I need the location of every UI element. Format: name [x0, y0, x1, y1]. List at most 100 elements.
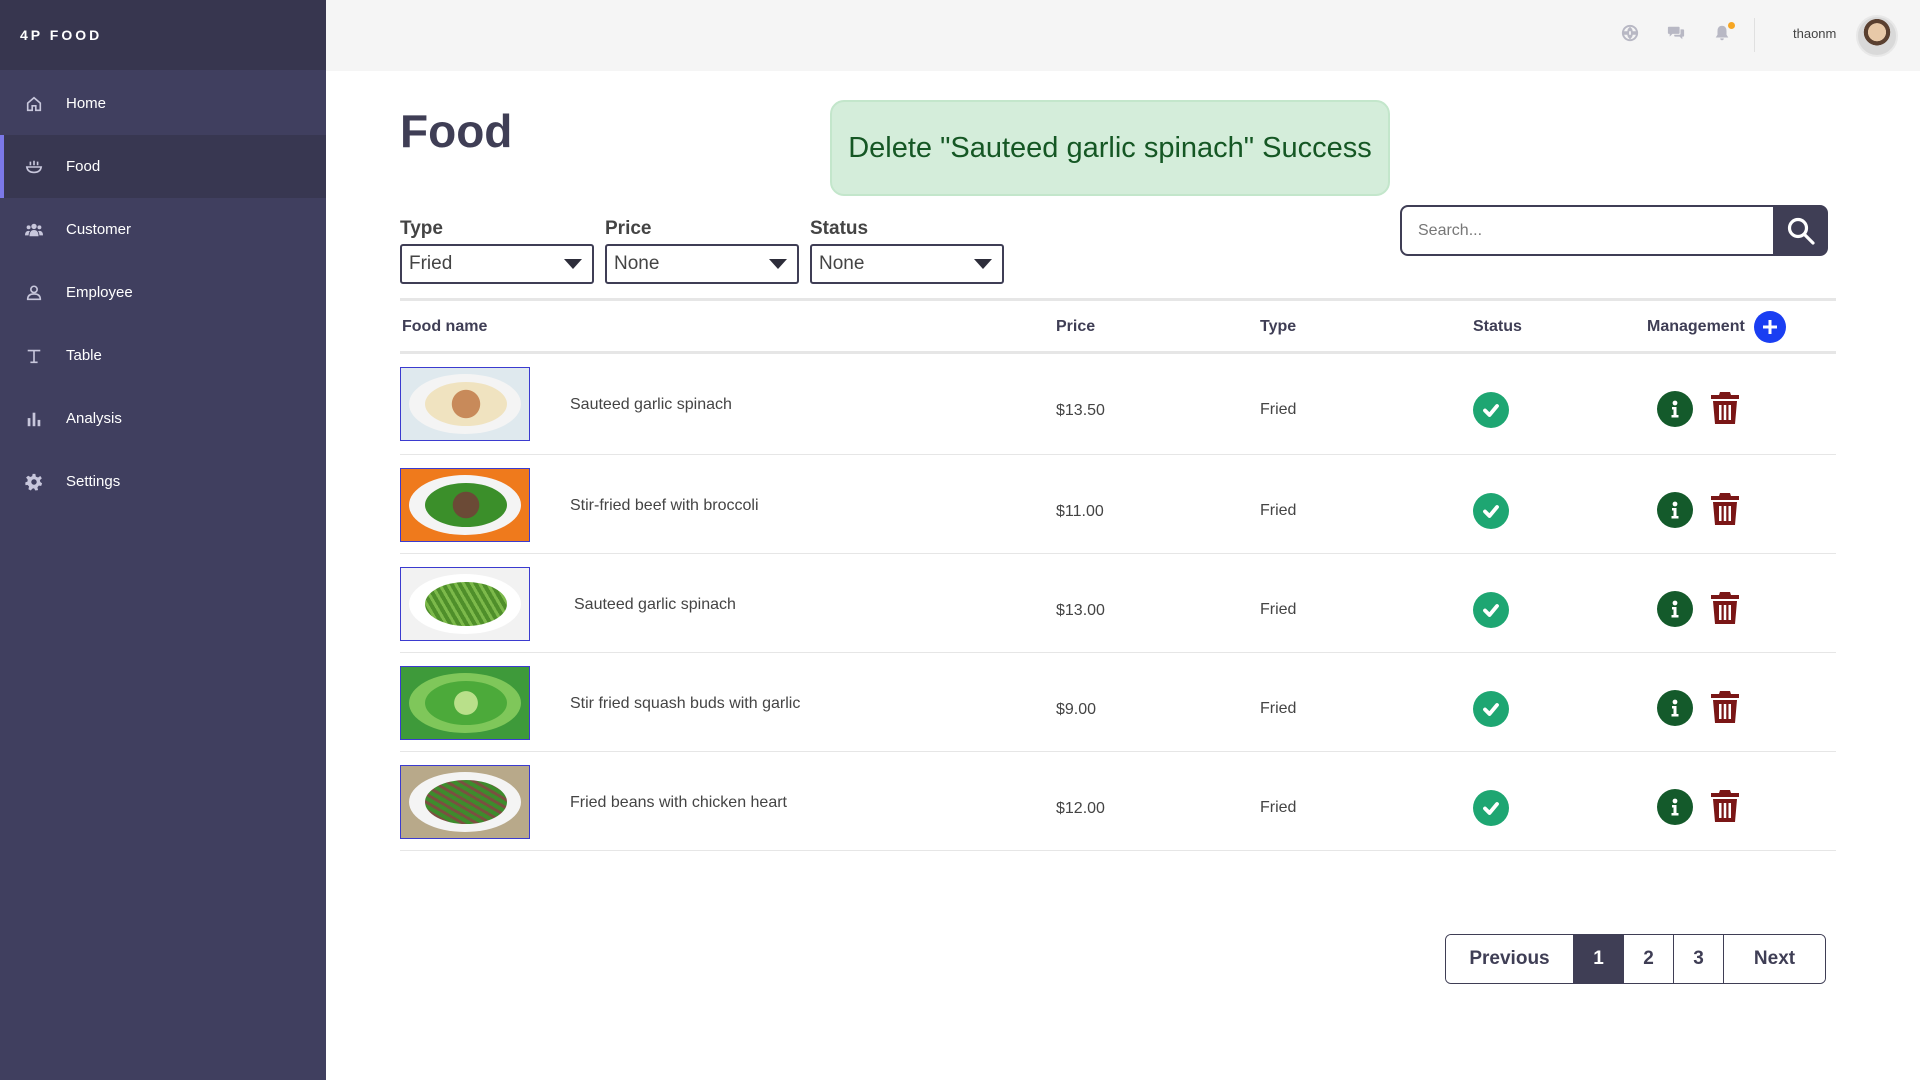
delete-button[interactable]	[1710, 789, 1740, 823]
status-filter: Status None	[810, 218, 1004, 284]
info-button[interactable]	[1657, 789, 1693, 825]
status-select[interactable]: None	[810, 244, 1004, 284]
info-button[interactable]	[1657, 492, 1693, 528]
sidebar-item-employee[interactable]: Employee	[0, 261, 326, 324]
info-icon	[1671, 600, 1679, 618]
sidebar-item-customer[interactable]: Customer	[0, 198, 326, 261]
table-header: Food name Price Type Status Management	[400, 298, 1836, 354]
check-circle-icon	[1473, 790, 1509, 826]
delete-button[interactable]	[1710, 492, 1740, 526]
food-type: Fried	[1260, 700, 1297, 717]
food-thumbnail[interactable]	[400, 666, 530, 740]
price-filter-label: Price	[605, 218, 652, 239]
page-button-3[interactable]: 3	[1674, 935, 1724, 983]
delete-button[interactable]	[1710, 591, 1740, 625]
info-button[interactable]	[1657, 690, 1693, 726]
column-header-status[interactable]: Status	[1473, 318, 1522, 336]
food-thumbnail[interactable]	[400, 468, 530, 542]
page-button-2[interactable]: 2	[1624, 935, 1674, 983]
food-price: $13.00	[1056, 602, 1105, 619]
table-body: Sauteed garlic spinach $13.50 Fried Stir…	[400, 354, 1836, 851]
info-icon	[1671, 501, 1679, 519]
caret-down-icon	[564, 259, 582, 269]
username[interactable]: thaonm	[1793, 26, 1836, 41]
sidebar-item-settings[interactable]: Settings	[0, 450, 326, 513]
price-select[interactable]: None	[605, 244, 799, 284]
food-thumbnail[interactable]	[400, 567, 530, 641]
delete-button[interactable]	[1710, 391, 1740, 425]
food-price: $11.00	[1056, 503, 1104, 520]
price-select-value: None	[614, 253, 660, 274]
caret-down-icon	[769, 259, 787, 269]
table-icon	[24, 346, 44, 366]
check-circle-icon	[1473, 493, 1509, 529]
food-price: $9.00	[1056, 701, 1097, 718]
check-circle-icon	[1473, 592, 1509, 628]
add-food-button[interactable]	[1754, 311, 1786, 343]
sidebar-item-food[interactable]: Food	[0, 135, 326, 198]
sidebar: 4P FOOD Home Food Customer Employee Tabl…	[0, 0, 326, 1080]
food-name: Sauteed garlic spinach	[574, 596, 736, 613]
next-page-button[interactable]: Next	[1724, 935, 1825, 983]
sidebar-item-label: Employee	[66, 284, 133, 301]
food-type: Fried	[1260, 799, 1297, 816]
table-row: Fried beans with chicken heart $12.00 Fr…	[400, 752, 1836, 851]
sidebar-item-label: Table	[66, 347, 102, 364]
sidebar-item-table[interactable]: Table	[0, 324, 326, 387]
column-header-name[interactable]: Food name	[402, 318, 487, 336]
food-name: Fried beans with chicken heart	[570, 794, 787, 811]
food-name: Sauteed garlic spinach	[570, 396, 732, 413]
column-header-type[interactable]: Type	[1260, 318, 1296, 336]
type-filter-label: Type	[400, 218, 443, 239]
table-row: Stir fried squash buds with garlic $9.00…	[400, 653, 1836, 752]
food-thumbnail[interactable]	[400, 367, 530, 441]
page-button-1[interactable]: 1	[1574, 935, 1624, 983]
sidebar-item-home[interactable]: Home	[0, 72, 326, 135]
column-header-price[interactable]: Price	[1056, 318, 1095, 336]
type-select-value: Fried	[409, 253, 453, 274]
bell-icon[interactable]	[1713, 22, 1735, 46]
sidebar-item-label: Settings	[66, 473, 121, 490]
trash-icon	[1711, 493, 1739, 525]
previous-page-button[interactable]: Previous	[1446, 935, 1574, 983]
sidebar-item-label: Food	[66, 158, 101, 175]
search-icon	[1787, 217, 1815, 245]
status-select-value: None	[819, 253, 865, 274]
search-button[interactable]	[1773, 205, 1828, 256]
sidebar-nav: Home Food Customer Employee Table Analys…	[0, 72, 326, 513]
food-thumbnail[interactable]	[400, 765, 530, 839]
delete-button[interactable]	[1710, 690, 1740, 724]
trash-icon	[1711, 592, 1739, 624]
sidebar-item-label: Analysis	[66, 410, 122, 427]
sidebar-item-analysis[interactable]: Analysis	[0, 387, 326, 450]
topbar-divider	[1754, 18, 1755, 52]
caret-down-icon	[974, 259, 992, 269]
status-filter-label: Status	[810, 218, 869, 239]
type-select[interactable]: Fried	[400, 244, 594, 284]
bar-chart-icon	[24, 409, 44, 429]
info-icon	[1671, 699, 1679, 717]
check-circle-icon	[1473, 691, 1509, 727]
page-title: Food	[400, 105, 513, 157]
food-table: Food name Price Type Status Management S…	[400, 298, 1836, 851]
bowl-icon	[24, 157, 44, 177]
topbar: thaonm	[326, 0, 1920, 71]
brand-logo[interactable]: 4P FOOD	[0, 0, 326, 70]
info-button[interactable]	[1657, 591, 1693, 627]
plus-icon	[1763, 320, 1777, 334]
sidebar-item-label: Customer	[66, 221, 132, 238]
food-type: Fried	[1260, 601, 1297, 618]
avatar[interactable]	[1856, 15, 1898, 57]
chat-icon[interactable]	[1667, 24, 1689, 46]
food-type: Fried	[1260, 401, 1297, 418]
table-row: Sauteed garlic spinach $13.00 Fried	[400, 554, 1836, 653]
globe-icon[interactable]	[1621, 24, 1643, 46]
info-button[interactable]	[1657, 391, 1693, 427]
info-icon	[1671, 400, 1679, 418]
food-price: $12.00	[1056, 800, 1105, 817]
user-icon	[24, 283, 44, 303]
search-input[interactable]	[1400, 205, 1773, 256]
notification-badge	[1728, 22, 1735, 29]
pagination: Previous 1 2 3 Next	[1445, 934, 1826, 984]
trash-icon	[1711, 392, 1739, 424]
